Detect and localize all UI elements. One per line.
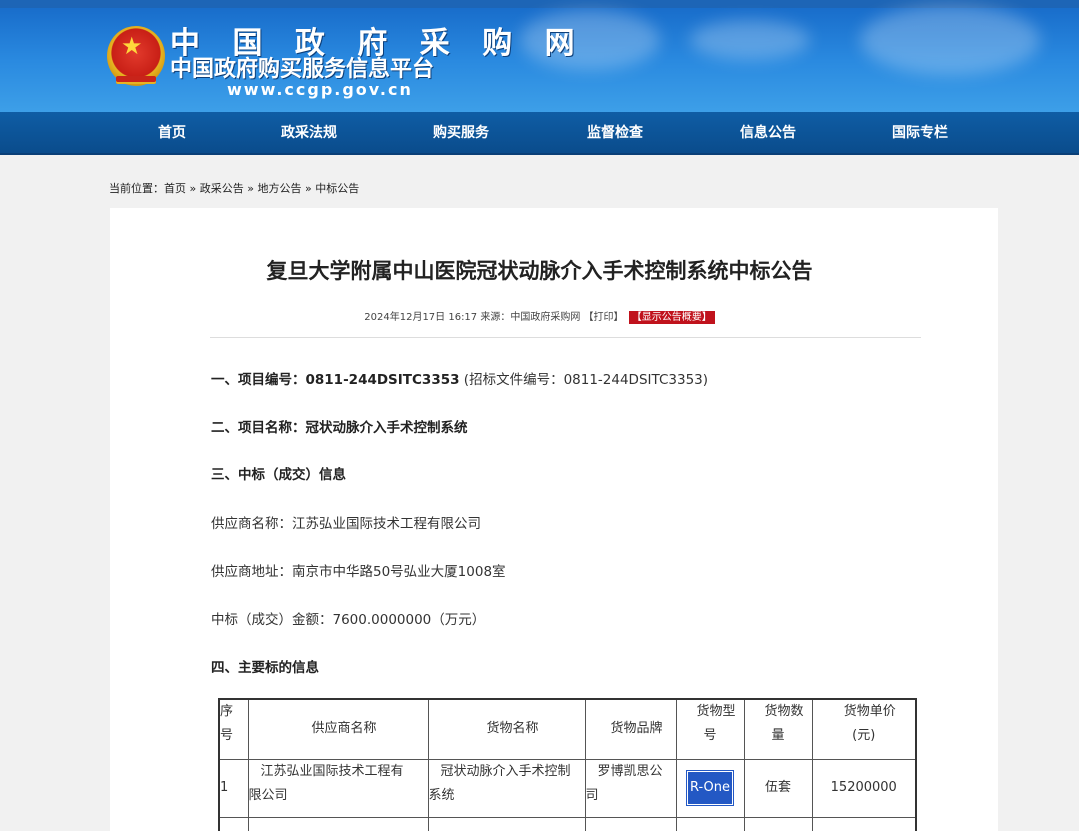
breadcrumb-link-gov-notices[interactable]: 政采公告 — [200, 182, 244, 195]
table-row: 1 江苏弘业国际技术工程有 限公司 冠状动脉介入手术控制 系统 罗博凯思公司 R-O… — [218, 758, 917, 818]
cell-no: 1 — [218, 758, 249, 818]
supplier-name-line: 供应商名称：江苏弘业国际技术工程有限公司 — [211, 512, 481, 532]
cell-goods: 冠状动脉介入手术控制 系统 — [427, 758, 586, 818]
award-amount-line: 中标（成交）金额：7600.0000000（万元） — [211, 608, 485, 628]
project-number-label: 一、项目编号： — [211, 372, 306, 388]
site-logo-url: www.ccgp.gov.cn — [227, 80, 413, 99]
cell-unit-price: 15200000 — [811, 758, 917, 818]
project-name-line: 二、项目名称：冠状动脉介入手术控制系统 — [211, 416, 468, 436]
article-source: 中国政府采购网 — [510, 312, 581, 323]
supplier-name: 江苏弘业国际技术工程有限公司 — [292, 516, 481, 532]
main-nav: 首页 政采法规 购买服务 监督检查 信息公告 国际专栏 — [0, 112, 1079, 155]
table-row-partial — [218, 816, 917, 831]
nav-item-purchase-services[interactable]: 购买服务 — [433, 112, 489, 155]
section3-heading: 三、中标（成交）信息 — [211, 463, 346, 483]
site-logo-subtitle: 中国政府购买服务信息平台 — [170, 57, 435, 82]
cell-model[interactable]: R-One — [675, 758, 745, 818]
cell-brand: 罗博凯思公司 — [584, 758, 677, 818]
cell-supplier: 江苏弘业国际技术工程有 限公司 — [247, 758, 429, 818]
nav-item-announcements[interactable]: 信息公告 — [740, 112, 796, 155]
cloud-decoration — [690, 20, 810, 60]
breadcrumb-prefix: 当前位置： — [109, 182, 164, 195]
breadcrumb-link-local-notices[interactable]: 地方公告 — [257, 182, 301, 195]
nav-item-home[interactable]: 首页 — [158, 112, 186, 155]
header-qty: 货物数量 — [743, 698, 813, 760]
article-meta: 2024年12月17日 16:17 来源：中国政府采购网 【打印】 【显示公告概… — [0, 308, 1079, 324]
section4-title: 四、主要标的信息 — [211, 660, 319, 676]
title-divider — [210, 337, 921, 338]
print-link[interactable]: 【打印】 — [584, 312, 624, 323]
article-source-label: 来源： — [480, 312, 511, 323]
header-supplier: 供应商名称 — [247, 698, 429, 760]
article-date: 2024年12月17日 16:17 — [364, 312, 478, 323]
supplier-address: 南京市中华路50号弘业大厦1008室 — [292, 564, 506, 580]
selected-model-text[interactable]: R-One — [685, 770, 735, 806]
supplier-address-line: 供应商地址：南京市中华路50号弘业大厦1008室 — [211, 560, 506, 580]
header-goods: 货物名称 — [427, 698, 586, 760]
header-model: 货物型号 — [675, 698, 745, 760]
supplier-address-label: 供应商地址： — [211, 564, 292, 580]
national-emblem-icon[interactable]: ★ — [107, 26, 165, 86]
cell-qty: 伍套 — [743, 758, 813, 818]
breadcrumb-link-award-notices[interactable]: 中标公告 — [315, 182, 359, 195]
project-number-line: 一、项目编号：0811-244DSITC3353 (招标文件编号：0811-24… — [211, 368, 708, 388]
show-summary-button[interactable]: 【显示公告概要】 — [628, 311, 715, 324]
breadcrumb: 当前位置：首页 » 政采公告 » 地方公告 » 中标公告 — [109, 180, 359, 196]
bid-items-table: 序号 供应商名称 货物名称 货物品牌 货物型号 货物数量 货物单价 (元) 1 江… — [218, 698, 917, 831]
article-title: 复旦大学附属中山医院冠状动脉介入手术控制系统中标公告 — [266, 259, 813, 283]
breadcrumb-link-home[interactable]: 首页 — [164, 182, 186, 195]
site-header: ★ 中 国 政 府 采 购 网 中国政府购买服务信息平台 www.ccgp.go… — [0, 0, 1079, 112]
award-amount: 7600.0000000（万元） — [332, 612, 486, 628]
site-logo-name[interactable]: 中 国 政 府 采 购 网 — [170, 29, 586, 59]
award-amount-label: 中标（成交）金额： — [211, 612, 333, 628]
breadcrumb-separator: » — [189, 182, 197, 195]
breadcrumb-separator: » — [247, 182, 254, 195]
cloud-decoration — [860, 5, 1040, 75]
header-unit-price: 货物单价 (元) — [811, 698, 917, 760]
project-name: 冠状动脉介入手术控制系统 — [305, 420, 468, 436]
header-brand: 货物品牌 — [584, 698, 677, 760]
project-doc-number: (招标文件编号：0811-244DSITC3353) — [463, 372, 709, 388]
project-name-label: 二、项目名称： — [211, 420, 306, 436]
project-number: 0811-244DSITC3353 — [305, 372, 460, 388]
table-header-row: 序号 供应商名称 货物名称 货物品牌 货物型号 货物数量 货物单价 (元) — [218, 698, 917, 760]
nav-item-regulations[interactable]: 政采法规 — [281, 112, 337, 155]
nav-item-supervision[interactable]: 监督检查 — [587, 112, 643, 155]
section4-heading: 四、主要标的信息 — [211, 656, 319, 676]
section3-title: 三、中标（成交）信息 — [211, 467, 346, 483]
supplier-name-label: 供应商名称： — [211, 516, 292, 532]
header-no: 序号 — [218, 698, 249, 760]
nav-item-international[interactable]: 国际专栏 — [892, 112, 948, 155]
breadcrumb-separator: » — [304, 182, 312, 195]
